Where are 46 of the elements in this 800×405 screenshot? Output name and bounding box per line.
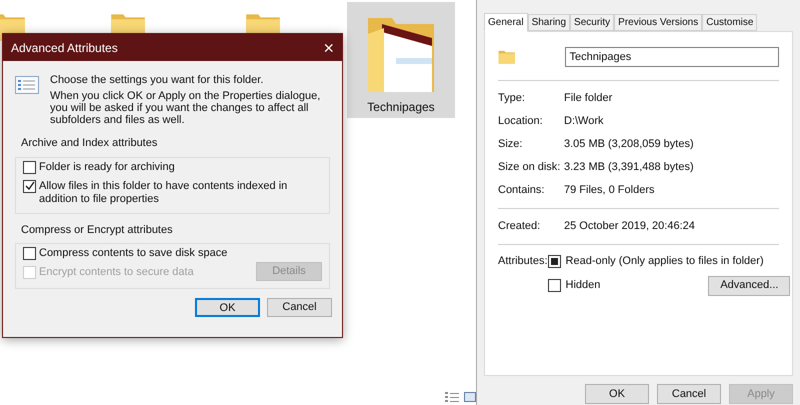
checkbox-label: Allow files in this folder to have contents indexed in addition to file properties: [39, 180, 288, 206]
dialog-button[interactable]: Cancel: [267, 298, 332, 317]
window-title: Advanced Attributes: [11, 40, 118, 56]
property-value: File folder: [564, 91, 612, 106]
property-label: Size on disk:: [498, 160, 562, 176]
property-label: Contains:: [498, 183, 546, 198]
tab[interactable]: Security: [570, 14, 614, 31]
details-view-icon[interactable]: [445, 392, 459, 402]
property-value: 3.05 MB (3,208,059 bytes): [564, 137, 694, 152]
checkbox-label: Hidden: [566, 278, 600, 294]
dialog-button[interactable]: OK: [585, 384, 649, 404]
group-title: Compress or Encrypt attributes: [21, 222, 174, 238]
property-value: 3.23 MB (3,391,488 bytes): [564, 160, 694, 176]
tab[interactable]: Sharing: [528, 14, 570, 31]
name-field[interactable]: Technipages: [565, 47, 779, 67]
group-title: Archive and Index attributes: [21, 136, 158, 151]
tab[interactable]: Previous Versions: [614, 14, 702, 31]
dialog-button[interactable]: OK: [195, 298, 260, 317]
checkbox[interactable]: [23, 180, 36, 192]
property-label: Created:: [498, 219, 542, 234]
close-button[interactable]: ×: [323, 38, 334, 56]
property-label: Attributes:: [498, 254, 548, 269]
tab[interactable]: Customise: [702, 14, 758, 31]
property-value: 25 October 2019, 20:46:24: [564, 219, 695, 234]
advanced-button[interactable]: Advanced...: [708, 276, 790, 296]
property-value: 79 Files, 0 Folders: [564, 183, 654, 198]
checkbox-label: Compress contents to save disk space: [39, 247, 228, 260]
checkbox-label: Encrypt contents to secure data: [39, 266, 195, 279]
folder-tile[interactable]: Technipages: [347, 2, 455, 118]
intro-text: Choose the settings you want for this folder.: [50, 74, 264, 86]
checkbox-label: Read-only (Only applies to files in folder): [566, 254, 764, 269]
checkbox-label: Folder is ready for archiving: [39, 160, 176, 174]
property-value: D:\Work: [564, 114, 604, 130]
description-text: When you click OK or Apply on the Properties dialogue, you will be asked if you want the changes to affect all subfolders and files as well.: [50, 90, 322, 126]
property-label: Location:: [498, 114, 544, 130]
folder-label: Technipages: [367, 99, 435, 116]
checkbox[interactable]: [548, 254, 561, 268]
checkbox[interactable]: [23, 160, 36, 174]
checklist-icon: [15, 76, 39, 94]
dialog-button[interactable]: Cancel: [657, 384, 721, 404]
tab[interactable]: General: [484, 13, 528, 32]
checkbox[interactable]: [548, 279, 561, 292]
property-label: Type:: [498, 91, 526, 106]
property-label: Size:: [498, 137, 524, 152]
checkbox[interactable]: [23, 247, 36, 260]
thumbnail-view-icon[interactable]: [464, 392, 476, 402]
